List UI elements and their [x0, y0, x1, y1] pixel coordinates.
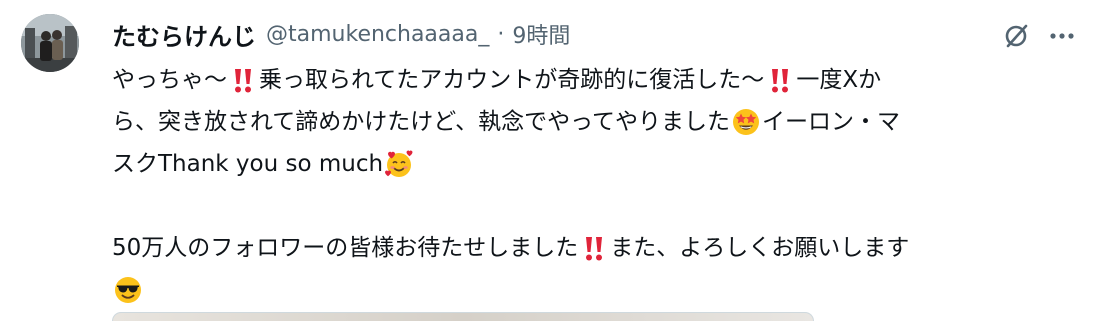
tweet-text-segment: イーロン・マ: [762, 109, 901, 135]
tweet-text-segment: スクThank you so much: [112, 151, 384, 177]
double-exclamation-emoji: [579, 233, 609, 263]
tweet-text-segment: 乗っ取られてたアカウントが奇跡的に復活した～: [259, 67, 765, 93]
grok-button[interactable]: [998, 18, 1034, 54]
smiling-face-with-hearts-emoji: [384, 149, 414, 179]
tweet-text-segment: 一度Xか: [796, 67, 882, 93]
more-icon: [1050, 33, 1074, 39]
more-button[interactable]: [1044, 18, 1080, 54]
double-exclamation-emoji: [765, 65, 795, 95]
avatar-photo: [21, 14, 79, 72]
tweet-text-segment: ら、突き放されて諦めかけたけど、執念でやってやりました: [112, 109, 731, 135]
tweet-text-segment: 50万人のフォロワーの皆様お待たせしました: [112, 235, 579, 261]
tweet-header: たむらけんじ @tamukenchaaaaa_ · 9時間: [112, 16, 570, 52]
tweet-card[interactable]: たむらけんじ @tamukenchaaaaa_ · 9時間 やっちゃ～ 乗っ取ら…: [0, 0, 1107, 321]
display-name[interactable]: たむらけんじ: [112, 17, 256, 52]
tweet-text-segment: また、よろしくお願いします: [610, 235, 910, 261]
tweet-line: 50万人のフォロワーの皆様お待たせしました また、よろしくお願いします: [112, 227, 1087, 269]
double-exclamation-emoji: [228, 65, 258, 95]
star-struck-emoji: [731, 107, 761, 137]
grok-icon: [1005, 24, 1028, 48]
tweet-line: ら、突き放されて諦めかけたけど、執念でやってやりました イーロン・マ: [112, 101, 1087, 143]
tweet-line: [112, 269, 1087, 311]
user-handle[interactable]: @tamukenchaaaaa_: [266, 22, 489, 47]
tweet-line: やっちゃ～ 乗っ取られてたアカウントが奇跡的に復活した～ 一度Xか: [112, 59, 1087, 101]
tweet-line: スクThank you so much: [112, 143, 1087, 185]
tweet-text-segment: やっちゃ～: [112, 67, 227, 93]
separator-dot: ·: [497, 21, 505, 47]
avatar[interactable]: [21, 14, 79, 72]
tweet-text: やっちゃ～ 乗っ取られてたアカウントが奇跡的に復活した～ 一度Xか ら、突き放さ…: [112, 59, 1087, 311]
smiling-face-with-sunglasses-emoji: [113, 275, 143, 305]
timestamp[interactable]: 9時間: [512, 18, 570, 50]
